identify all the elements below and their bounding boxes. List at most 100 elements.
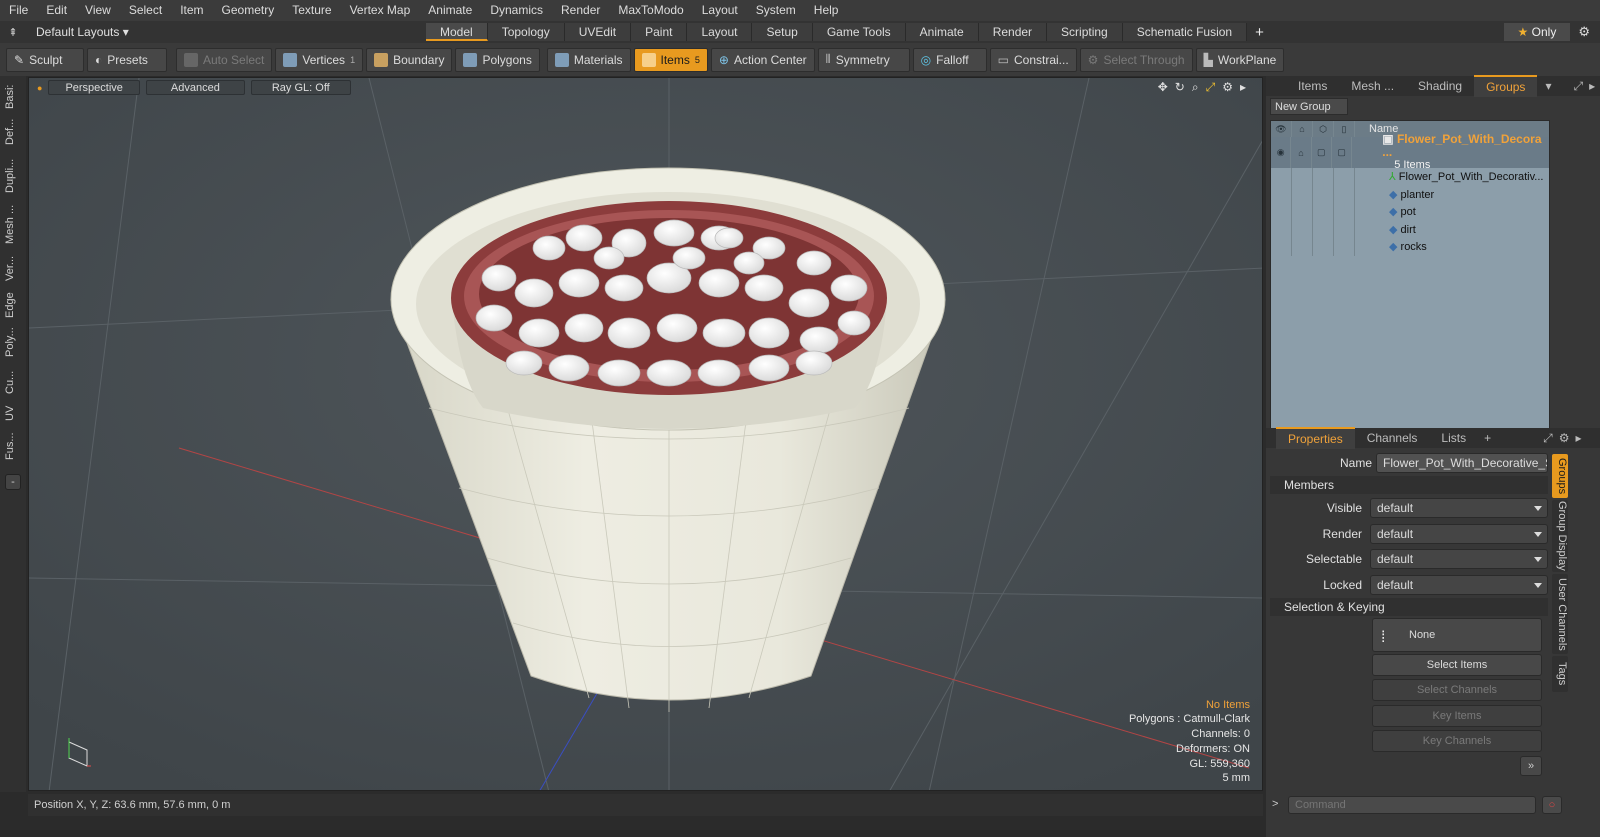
props-maximize-icon[interactable]: ⤢	[1543, 431, 1553, 446]
advanced-button[interactable]: Advanced	[145, 80, 245, 95]
tab-curve[interactable]: Cu...	[4, 366, 22, 398]
tab-deform[interactable]: Def...	[4, 114, 22, 150]
render-column-icon[interactable]: ⌂	[1292, 121, 1313, 137]
sculpt-button[interactable]: ✎ Sculpt	[6, 47, 84, 72]
props-gear-icon[interactable]: ⚙	[1559, 431, 1570, 445]
tab-vertex[interactable]: Ver...	[4, 250, 22, 286]
tab-paint[interactable]: Paint	[631, 23, 688, 41]
expand-toggle[interactable]: -	[5, 474, 21, 490]
name-field[interactable]: Flower_Pot_With_Decorative_Sto	[1376, 453, 1548, 473]
key-channels-button[interactable]: Key Channels	[1372, 730, 1542, 752]
tab-groups[interactable]: Groups	[1474, 75, 1538, 97]
add-tab-icon[interactable]: +	[1484, 431, 1491, 445]
new-group-button[interactable]: New Group	[1270, 98, 1348, 115]
materials-button[interactable]: Materials	[546, 47, 631, 72]
record-icon[interactable]: ○	[1542, 796, 1562, 814]
locked-dropdown[interactable]: default	[1370, 575, 1548, 595]
menu-layout[interactable]: Layout	[693, 0, 747, 21]
list-item[interactable]: ◆ dirt	[1271, 220, 1549, 238]
vertices-button[interactable]: Vertices 1	[275, 47, 364, 72]
symmetry-button[interactable]: ⫴ Symmetry	[817, 47, 910, 72]
falloff-button[interactable]: ◎ Falloff	[912, 47, 987, 72]
maximize-icon[interactable]: ⤢	[1206, 80, 1216, 95]
selection-keying-section[interactable]: Selection & Keying	[1270, 598, 1548, 616]
menu-help[interactable]: Help	[805, 0, 848, 21]
add-tab-icon[interactable]: +	[1247, 24, 1272, 41]
auto-select-button[interactable]: Auto Select	[176, 47, 273, 72]
visibility-column-icon[interactable]: 👁	[1271, 121, 1292, 137]
selectable-dropdown[interactable]: default	[1370, 549, 1548, 569]
only-button[interactable]: ★ Only	[1503, 23, 1571, 41]
more-button[interactable]: »	[1520, 756, 1542, 776]
tab-shading[interactable]: Shading	[1406, 76, 1474, 96]
layout-menu-icon[interactable]: ⇞	[0, 26, 26, 39]
viewport-gear-icon[interactable]: ⚙	[1222, 80, 1233, 95]
settings-gear-icon[interactable]: ⚙	[1578, 24, 1590, 40]
tab-edge[interactable]: Edge	[4, 290, 22, 320]
tab-mesh[interactable]: Mesh ...	[4, 202, 22, 246]
tab-fusion[interactable]: Fus...	[4, 428, 22, 464]
panel-maximize-icon[interactable]: ⤢	[1573, 79, 1583, 94]
list-item[interactable]: ◆ pot	[1271, 203, 1549, 221]
menu-edit[interactable]: Edit	[37, 0, 76, 21]
props-arrow-icon[interactable]: ▸	[1575, 431, 1581, 445]
menu-animate[interactable]: Animate	[419, 0, 481, 21]
perspective-button[interactable]: Perspective	[48, 80, 140, 95]
raygl-button[interactable]: Ray GL: Off	[250, 80, 351, 95]
menu-view[interactable]: View	[76, 0, 120, 21]
polygons-button[interactable]: Polygons	[455, 47, 540, 72]
side-tab-group-display[interactable]: Group Display	[1552, 500, 1568, 572]
tab-duplicate[interactable]: Dupli...	[4, 154, 22, 198]
select-checkbox[interactable]: ▢	[1312, 137, 1332, 168]
menu-select[interactable]: Select	[120, 0, 171, 21]
viewport-arrow-icon[interactable]: ▸	[1240, 80, 1246, 95]
visible-dropdown[interactable]: default	[1370, 498, 1548, 518]
boundary-button[interactable]: Boundary	[366, 47, 453, 72]
list-item[interactable]: ◆ planter	[1271, 185, 1549, 203]
tab-polygon[interactable]: Poly...	[4, 322, 22, 362]
tab-channels[interactable]: Channels	[1355, 428, 1430, 448]
presets-button[interactable]: ◐ Presets	[87, 47, 167, 72]
tab-setup[interactable]: Setup	[752, 23, 813, 41]
menu-item[interactable]: Item	[171, 0, 212, 21]
tab-model[interactable]: Model	[426, 23, 488, 41]
constraints-button[interactable]: ▭ Constrai...	[989, 47, 1077, 72]
command-input[interactable]	[1288, 796, 1536, 814]
menu-maxtomodo[interactable]: MaxToModo	[609, 0, 692, 21]
list-item[interactable]: ⅄ Flower_Pot_With_Decorativ...	[1271, 168, 1549, 186]
eye-icon[interactable]: ◉	[1271, 137, 1292, 168]
members-section[interactable]: Members	[1270, 476, 1548, 494]
lock-checkbox[interactable]: ▢	[1332, 137, 1353, 168]
list-item[interactable]: ◆ rocks	[1271, 238, 1549, 256]
tab-topology[interactable]: Topology	[487, 23, 565, 41]
panel-arrow-icon[interactable]: ▸	[1589, 79, 1595, 93]
tab-basic[interactable]: Basi:	[4, 82, 22, 112]
select-items-button[interactable]: Select Items	[1372, 654, 1542, 676]
items-button[interactable]: Items 5	[633, 47, 708, 72]
render-icon[interactable]: ⌂	[1291, 137, 1312, 168]
menu-system[interactable]: System	[747, 0, 805, 21]
side-tab-groups[interactable]: Groups	[1552, 454, 1568, 498]
tab-mesh[interactable]: Mesh ...	[1339, 76, 1406, 96]
select-column-icon[interactable]: ⬡	[1313, 121, 1334, 137]
group-row[interactable]: ◉ ⌂ ▢ ▢ ▣ Flower_Pot_With_Decora ... 5 I…	[1271, 133, 1549, 171]
3d-viewport[interactable]: ● Perspective Advanced Ray GL: Off ✥ ↻ ⌕…	[28, 77, 1263, 791]
menu-dynamics[interactable]: Dynamics	[481, 0, 552, 21]
key-items-button[interactable]: Key Items	[1372, 705, 1542, 727]
menu-render[interactable]: Render	[552, 0, 609, 21]
tab-uvedit[interactable]: UVEdit	[564, 23, 632, 41]
workplane-button[interactable]: ▙ WorkPlane	[1195, 47, 1285, 72]
tab-lists[interactable]: Lists	[1429, 428, 1478, 448]
zoom-icon[interactable]: ⌕	[1192, 80, 1199, 95]
menu-texture[interactable]: Texture	[283, 0, 340, 21]
tab-render[interactable]: Render	[978, 23, 1048, 41]
render-dropdown[interactable]: default	[1370, 524, 1548, 544]
tab-uv[interactable]: UV	[4, 402, 22, 424]
rotate-icon[interactable]: ↻	[1175, 80, 1185, 95]
menu-vertex-map[interactable]: Vertex Map	[341, 0, 420, 21]
tab-game-tools[interactable]: Game Tools	[812, 23, 906, 41]
tab-items[interactable]: Items	[1286, 76, 1339, 96]
pan-icon[interactable]: ✥	[1158, 80, 1168, 95]
action-center-button[interactable]: ⊕ Action Center	[710, 47, 815, 72]
tab-properties[interactable]: Properties	[1276, 427, 1355, 449]
